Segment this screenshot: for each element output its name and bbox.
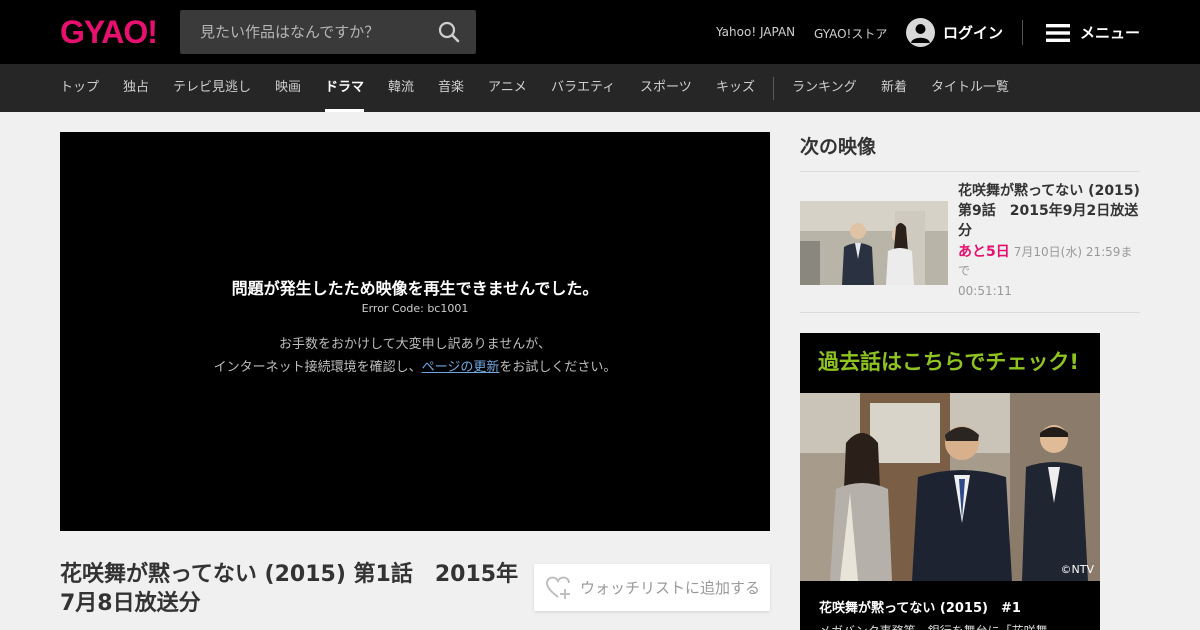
nav-item-new[interactable]: 新着 xyxy=(881,64,907,112)
copyright-credit: ©NTV xyxy=(1060,563,1094,576)
user-avatar-icon xyxy=(906,17,935,47)
error-message-post: をお試しください。 xyxy=(499,360,617,375)
yahoo-japan-link[interactable]: Yahoo! JAPAN xyxy=(716,25,795,39)
nav-item-top[interactable]: トップ xyxy=(60,64,99,112)
nav-item-ranking[interactable]: ランキング xyxy=(792,64,857,112)
banner-caption: 花咲舞が黙ってない (2015) #1 xyxy=(819,601,1021,616)
nav-item-exclusive[interactable]: 独占 xyxy=(123,64,149,112)
heart-plus-icon xyxy=(546,576,570,599)
category-nav: トップ 独占 テレビ見逃し 映画 ドラマ 韓流 音楽 アニメ バラエティ スポー… xyxy=(0,64,1200,112)
header-divider xyxy=(1022,20,1023,45)
gyao-store-link[interactable]: GYAO!ストア xyxy=(814,25,887,42)
next-video-thumbnail[interactable] xyxy=(800,201,948,285)
nav-divider xyxy=(773,77,774,100)
episode-title: 花咲舞が黙ってない (2015) 第1話 2015年7月8日放送分 xyxy=(60,562,519,616)
next-video-heading: 次の映像 xyxy=(800,136,877,158)
next-video-duration: 00:51:11 xyxy=(958,284,1012,298)
nav-item-kids[interactable]: キッズ xyxy=(716,64,755,112)
nav-item-anime[interactable]: アニメ xyxy=(488,64,527,112)
watchlist-label: ウォッチリストに追加する xyxy=(580,579,761,597)
nav-item-title-list[interactable]: タイトル一覧 xyxy=(931,64,1009,112)
nav-item-tv-catchup[interactable]: テレビ見逃し xyxy=(173,64,251,112)
add-to-watchlist-button[interactable]: ウォッチリストに追加する xyxy=(534,564,770,611)
nav-item-sports[interactable]: スポーツ xyxy=(640,64,692,112)
nav-item-variety[interactable]: バラエティ xyxy=(551,64,615,112)
next-video-availability: あと5日 7月10日(水) 21:59まで xyxy=(958,243,1140,281)
error-code: Error Code: bc1001 xyxy=(361,302,469,315)
site-header: GYAO! Yahoo! JAPAN GYAO!ストア ログイン メニュー xyxy=(0,0,1200,64)
menu-button[interactable]: メニュー xyxy=(1046,22,1140,43)
error-title: 問題が発生したため映像を再生できませんでした。 xyxy=(231,279,599,298)
hamburger-icon xyxy=(1046,23,1070,42)
banner-image xyxy=(800,393,1100,581)
gyao-logo[interactable]: GYAO! xyxy=(60,14,158,51)
menu-label: メニュー xyxy=(1080,24,1141,42)
banner-subtext: メガバンク事務等…銀行を舞台に「花咲舞 xyxy=(819,622,1048,630)
next-video-card[interactable]: 花咲舞が黙ってない (2015) 第9話 2015年9月2日放送分 あと5日 7月… xyxy=(800,171,1140,313)
error-message-line1: お手数をおかけして大変申し訳ありませんが、 xyxy=(279,337,551,352)
search-box xyxy=(180,10,476,54)
login-label: ログイン xyxy=(943,23,1004,42)
nav-item-movies[interactable]: 映画 xyxy=(275,64,301,112)
banner-heading: 過去話はこちらでチェック! xyxy=(800,333,1100,393)
next-video-title[interactable]: 花咲舞が黙ってない (2015) 第9話 2015年9月2日放送分 xyxy=(958,181,1140,241)
login-button[interactable]: ログイン xyxy=(906,17,1003,47)
nav-item-music[interactable]: 音楽 xyxy=(438,64,464,112)
error-message-line2: インターネット接続環境を確認し、ページの更新をお試しください。 xyxy=(60,356,770,375)
page-reload-link[interactable]: ページの更新 xyxy=(422,360,500,375)
past-episodes-banner[interactable]: 過去話はこちらでチェック! ©NTV 花咲舞が黙ってない (2015) #1 xyxy=(800,333,1100,630)
video-player[interactable]: 問題が発生したため映像を再生できませんでした。 Error Code: bc10… xyxy=(60,132,770,531)
search-icon[interactable] xyxy=(438,21,460,43)
error-message-pre: インターネット接続環境を確認し、 xyxy=(213,360,422,375)
nav-item-korean[interactable]: 韓流 xyxy=(388,64,414,112)
remaining-days: あと5日 xyxy=(958,244,1010,260)
search-input[interactable] xyxy=(180,10,430,54)
nav-item-drama[interactable]: ドラマ xyxy=(325,64,365,112)
